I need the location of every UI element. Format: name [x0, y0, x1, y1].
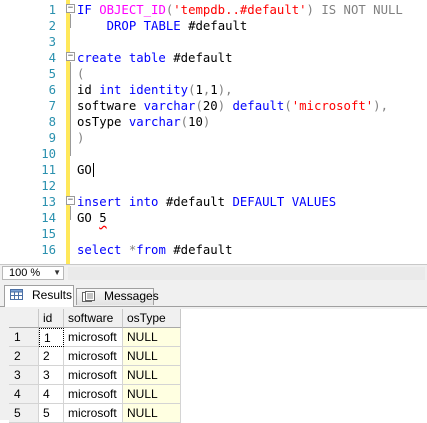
grid-cell[interactable]: 5 — [39, 404, 64, 423]
code-text[interactable]: GO — [77, 162, 92, 178]
outline-line — [70, 206, 71, 220]
grid-cell[interactable]: NULL — [123, 404, 181, 423]
grid-cell[interactable]: 3 — [39, 366, 64, 385]
code-line[interactable]: 10 — [0, 146, 427, 162]
code-line[interactable]: 12 — [0, 178, 427, 194]
code-text[interactable]: IF OBJECT_ID('tempdb..#default') IS NOT … — [77, 2, 403, 18]
line-number: 16 — [41, 243, 56, 257]
line-number: 10 — [41, 147, 56, 161]
grid-cell[interactable]: 4 — [39, 385, 64, 404]
code-line[interactable]: 1 IF OBJECT_ID('tempdb..#default') IS NOT… — [0, 2, 427, 18]
code-text[interactable]: create table #default — [77, 50, 232, 66]
zoom-value: 100 % — [9, 267, 41, 279]
row-header[interactable]: 3 — [9, 366, 39, 385]
line-number: 8 — [48, 115, 56, 129]
code-line[interactable]: 2 DROP TABLE #default — [0, 18, 427, 34]
code-line[interactable]: 15 — [0, 226, 427, 242]
code-text[interactable]: osType varchar(10) — [77, 114, 210, 130]
line-number: 12 — [41, 179, 56, 193]
code-text[interactable]: ( — [77, 66, 84, 82]
code-text[interactable]: select *from #default — [77, 242, 233, 258]
code-line[interactable]: 14 GO 5 — [0, 210, 427, 226]
results-pane: Results Messages id software osType 1 1 micro… — [0, 282, 427, 423]
code-line[interactable]: 9) — [0, 130, 427, 146]
tab-results[interactable]: Results — [4, 285, 74, 307]
code-line[interactable]: 11 GO — [0, 162, 427, 178]
code-line[interactable]: 3 — [0, 34, 427, 50]
line-number: 15 — [41, 227, 56, 241]
row-header[interactable]: 5 — [9, 404, 39, 423]
code-line[interactable]: 8 osType varchar(10) — [0, 114, 427, 130]
results-grid[interactable]: id software osType 1 1 microsoft NULL 2 2 microso… — [9, 309, 427, 423]
chevron-down-icon[interactable]: ▼ — [53, 267, 61, 279]
grid-cell[interactable]: microsoft — [64, 347, 123, 366]
tab-messages[interactable]: Messages — [76, 288, 159, 305]
column-header[interactable]: osType — [123, 309, 181, 328]
line-number: 7 — [48, 99, 56, 113]
column-header[interactable]: software — [64, 309, 123, 328]
line-number: 14 — [41, 211, 56, 225]
code-line[interactable]: 5( — [0, 66, 427, 82]
line-number: 1 — [48, 3, 56, 17]
results-tab-bar: Results Messages — [0, 282, 427, 307]
code-line[interactable]: 13 insert into #default DEFAULT VALUES — [0, 194, 427, 210]
grid-cell[interactable]: microsoft — [64, 385, 123, 404]
code-text[interactable]: DROP TABLE #default — [77, 18, 248, 34]
grid-cell[interactable]: 1 — [39, 328, 64, 347]
zoom-bar: 100 % ▼ — [0, 264, 427, 282]
grid-cell[interactable]: 2 — [39, 347, 64, 366]
grid-cell[interactable]: NULL — [123, 366, 181, 385]
column-header[interactable]: id — [39, 309, 64, 328]
code-line[interactable]: 6 id int identity(1,1), — [0, 82, 427, 98]
line-number: 11 — [41, 163, 56, 177]
horizontal-scrollbar[interactable] — [68, 267, 425, 280]
grid-cell[interactable]: microsoft — [64, 404, 123, 423]
outline-line — [70, 14, 71, 28]
zoom-dropdown[interactable]: 100 % ▼ — [2, 266, 64, 280]
text-caret — [93, 163, 94, 177]
grid-cell[interactable]: NULL — [123, 385, 181, 404]
code-text[interactable]: ) — [77, 130, 84, 146]
messages-icon — [82, 291, 95, 302]
line-number: 6 — [48, 83, 56, 97]
row-header[interactable]: 4 — [9, 385, 39, 404]
grid-cell[interactable]: microsoft — [64, 328, 123, 347]
code-line[interactable]: 7 software varchar(20) default('microsoft… — [0, 98, 427, 114]
line-number: 9 — [48, 131, 56, 145]
line-number: 5 — [48, 67, 56, 81]
tab-messages-label: Messages — [104, 289, 159, 303]
grid-corner — [9, 309, 39, 328]
row-header[interactable]: 2 — [9, 347, 39, 366]
code-text[interactable]: software varchar(20) default('microsoft'… — [77, 98, 388, 114]
line-number: 4 — [48, 51, 56, 65]
code-text[interactable]: insert into #default DEFAULT VALUES — [77, 194, 336, 210]
row-header[interactable]: 1 — [9, 328, 39, 347]
grid-icon — [10, 289, 23, 300]
code-line[interactable]: 16 select *from #default — [0, 242, 427, 258]
line-number: 3 — [48, 35, 56, 49]
code-text[interactable]: id int identity(1,1), — [77, 82, 233, 98]
sql-editor[interactable]: 1 IF OBJECT_ID('tempdb..#default') IS NOT… — [0, 0, 427, 264]
line-number: 2 — [48, 19, 56, 33]
outline-line — [70, 62, 71, 156]
code-line[interactable]: 4 create table #default — [0, 50, 427, 66]
collapse-icon[interactable]: − — [66, 52, 75, 61]
grid-cell[interactable]: NULL — [123, 328, 181, 347]
line-number: 13 — [41, 195, 56, 209]
grid-cell[interactable]: microsoft — [64, 366, 123, 385]
code-text[interactable]: GO 5 — [77, 210, 107, 226]
grid-cell[interactable]: NULL — [123, 347, 181, 366]
collapse-icon[interactable]: − — [66, 4, 75, 13]
collapse-icon[interactable]: − — [66, 196, 75, 205]
tab-results-label: Results — [32, 288, 73, 302]
